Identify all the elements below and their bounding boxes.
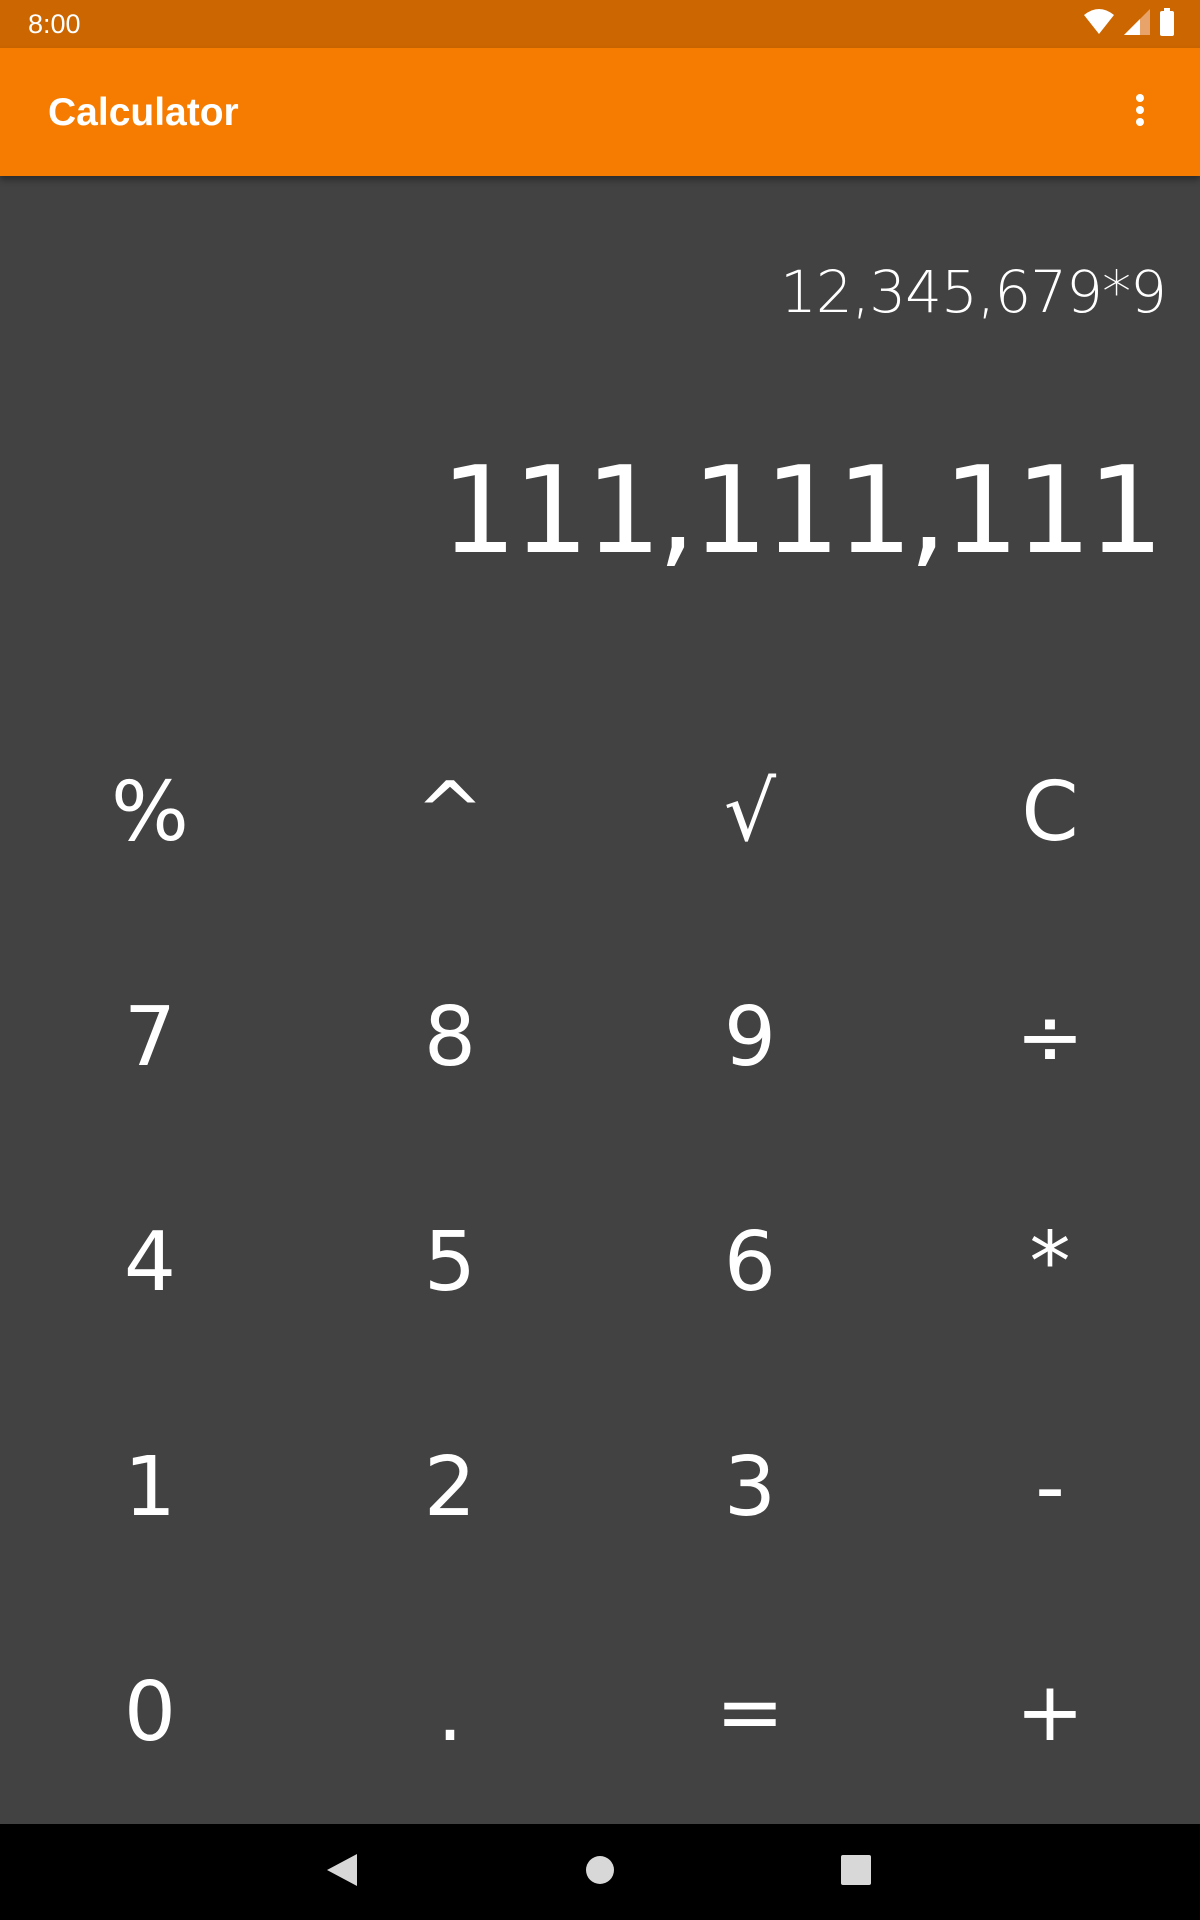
key-4[interactable]: 4 [0, 1150, 300, 1375]
status-time: 8:00 [28, 9, 81, 39]
key-1[interactable]: 1 [0, 1375, 300, 1600]
key-power[interactable]: ^ [300, 700, 600, 925]
home-icon [584, 1854, 616, 1891]
keypad: % ^ √ C 7 8 9 ÷ 4 5 6 * 1 2 3 - 0 . = + [0, 700, 1200, 1824]
key-2[interactable]: 2 [300, 1375, 600, 1600]
status-bar: 8:00 [0, 0, 1200, 48]
key-equals[interactable]: = [600, 1600, 900, 1825]
key-add[interactable]: + [900, 1600, 1200, 1825]
key-sqrt[interactable]: √ [600, 700, 900, 925]
key-0[interactable]: 0 [0, 1600, 300, 1825]
battery-icon [1160, 7, 1174, 41]
key-3[interactable]: 3 [600, 1375, 900, 1600]
key-clear[interactable]: C [900, 700, 1200, 925]
recents-icon [840, 1854, 872, 1891]
back-icon [325, 1852, 359, 1893]
calculator-display: 12,345,679*9 111,111,111 [0, 176, 1200, 696]
key-multiply[interactable]: * [900, 1150, 1200, 1375]
key-divide[interactable]: ÷ [900, 925, 1200, 1150]
key-8[interactable]: 8 [300, 925, 600, 1150]
key-5[interactable]: 5 [300, 1150, 600, 1375]
key-9[interactable]: 9 [600, 925, 900, 1150]
key-percent[interactable]: % [0, 700, 300, 925]
app-bar: Calculator [0, 48, 1200, 176]
more-vert-icon [1134, 93, 1146, 132]
status-icons [1084, 7, 1174, 41]
back-button[interactable] [318, 1848, 366, 1896]
app-title: Calculator [48, 91, 239, 134]
formula-text: 12,345,679*9 [780, 258, 1167, 326]
more-options-button[interactable] [1112, 84, 1168, 140]
key-subtract[interactable]: - [900, 1375, 1200, 1600]
home-button[interactable] [576, 1848, 624, 1896]
recents-button[interactable] [832, 1848, 880, 1896]
wifi-icon [1084, 8, 1114, 40]
result-text: 111,111,111 [440, 442, 1164, 581]
key-7[interactable]: 7 [0, 925, 300, 1150]
key-decimal[interactable]: . [300, 1600, 600, 1825]
navigation-bar [0, 1824, 1200, 1920]
cell-signal-icon [1124, 8, 1150, 40]
calculator-screen: 8:00 Calculator 12,345,679*9 111,111,111… [0, 0, 1200, 1920]
key-6[interactable]: 6 [600, 1150, 900, 1375]
